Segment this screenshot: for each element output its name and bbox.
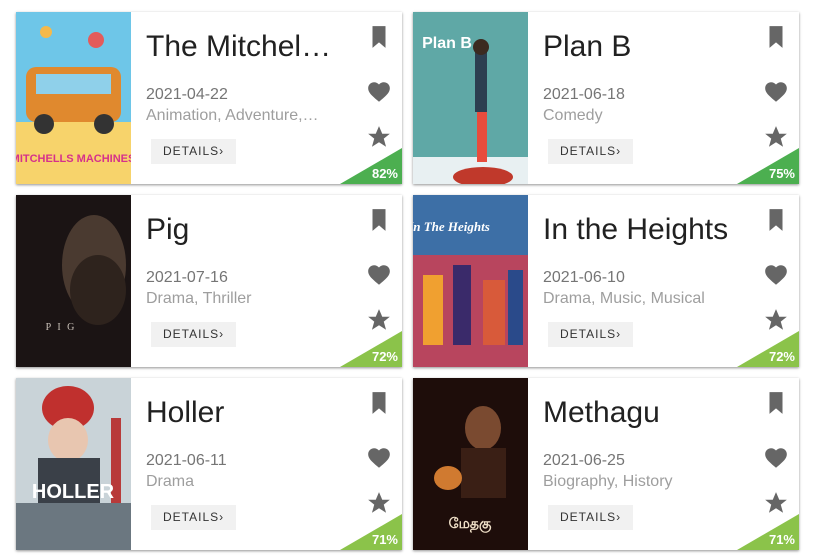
star-icon[interactable]: [366, 490, 392, 516]
score-value: 82%: [371, 166, 398, 181]
bookmark-icon[interactable]: [763, 390, 789, 416]
genres: Drama, Thriller: [146, 290, 252, 307]
genres: Drama, Music, Musical: [543, 290, 705, 307]
bookmark-icon[interactable]: [366, 24, 392, 50]
poster-image[interactable]: Plan B: [413, 12, 528, 184]
movie-card: P I G Pig 2021-07-16 Drama, Thriller DET…: [16, 195, 402, 367]
poster-image[interactable]: மேதகு: [413, 378, 528, 550]
heart-icon[interactable]: [763, 79, 789, 105]
release-date: 2021-04-22: [146, 86, 228, 103]
movie-title[interactable]: Methagu: [543, 396, 733, 430]
poster-image[interactable]: In The Heights: [413, 195, 528, 367]
movie-title[interactable]: In the Heights: [543, 213, 733, 247]
bookmark-icon[interactable]: [366, 390, 392, 416]
movie-card: In The Heights In the Heights 2021-06-10…: [413, 195, 799, 367]
score-value: 72%: [768, 349, 795, 364]
movie-card: Plan B Plan B 2021-06-18 Comedy DETAILS›…: [413, 12, 799, 184]
release-date: 2021-06-11: [146, 452, 227, 469]
svg-text:MITCHELLS MACHINES: MITCHELLS MACHINES: [16, 153, 131, 165]
star-icon[interactable]: [366, 307, 392, 333]
score-value: 71%: [371, 532, 398, 547]
movie-title[interactable]: Plan B: [543, 30, 733, 64]
details-button[interactable]: DETAILS›: [151, 139, 237, 164]
details-button[interactable]: DETAILS›: [548, 505, 634, 530]
poster-image[interactable]: HOLLER: [16, 378, 131, 550]
svg-text:In The Heights: In The Heights: [413, 219, 490, 234]
star-icon[interactable]: [366, 124, 392, 150]
heart-icon[interactable]: [366, 262, 392, 288]
bookmark-icon[interactable]: [366, 207, 392, 233]
details-button[interactable]: DETAILS›: [548, 139, 634, 164]
genres: Biography, History: [543, 473, 673, 490]
star-icon[interactable]: [763, 490, 789, 516]
genres: Animation, Adventure,…: [146, 107, 319, 124]
heart-icon[interactable]: [763, 262, 789, 288]
heart-icon[interactable]: [763, 445, 789, 471]
poster-image[interactable]: MITCHELLS MACHINES: [16, 12, 131, 184]
star-icon[interactable]: [763, 124, 789, 150]
movie-card: HOLLER Holler 2021-06-11 Drama DETAILS› …: [16, 378, 402, 550]
genres: Drama: [146, 473, 195, 490]
release-date: 2021-06-18: [543, 86, 625, 103]
svg-text:HOLLER: HOLLER: [32, 481, 115, 503]
movie-title[interactable]: The Mitchell…: [146, 30, 336, 64]
movie-card: MITCHELLS MACHINES The Mitchell… 2021-04…: [16, 12, 402, 184]
poster-image[interactable]: P I G: [16, 195, 131, 367]
heart-icon[interactable]: [366, 445, 392, 471]
movie-title[interactable]: Holler: [146, 396, 336, 430]
details-button[interactable]: DETAILS›: [151, 322, 237, 347]
bookmark-icon[interactable]: [763, 24, 789, 50]
score-value: 71%: [768, 532, 795, 547]
release-date: 2021-06-10: [543, 269, 625, 286]
details-button[interactable]: DETAILS›: [151, 505, 237, 530]
genres: Comedy: [543, 107, 603, 124]
movie-title[interactable]: Pig: [146, 213, 336, 247]
movie-card: மேதகு Methagu 2021-06-25 Biography, Hist…: [413, 378, 799, 550]
heart-icon[interactable]: [366, 79, 392, 105]
release-date: 2021-07-16: [146, 269, 228, 286]
svg-text:Plan B: Plan B: [422, 35, 472, 52]
release-date: 2021-06-25: [543, 452, 625, 469]
score-value: 75%: [768, 166, 795, 181]
svg-text:P I G: P I G: [46, 322, 77, 333]
details-button[interactable]: DETAILS›: [548, 322, 634, 347]
star-icon[interactable]: [763, 307, 789, 333]
bookmark-icon[interactable]: [763, 207, 789, 233]
score-value: 72%: [371, 349, 398, 364]
movie-grid: MITCHELLS MACHINES The Mitchell… 2021-04…: [0, 0, 822, 557]
svg-text:மேதகு: மேதகு: [449, 516, 492, 533]
